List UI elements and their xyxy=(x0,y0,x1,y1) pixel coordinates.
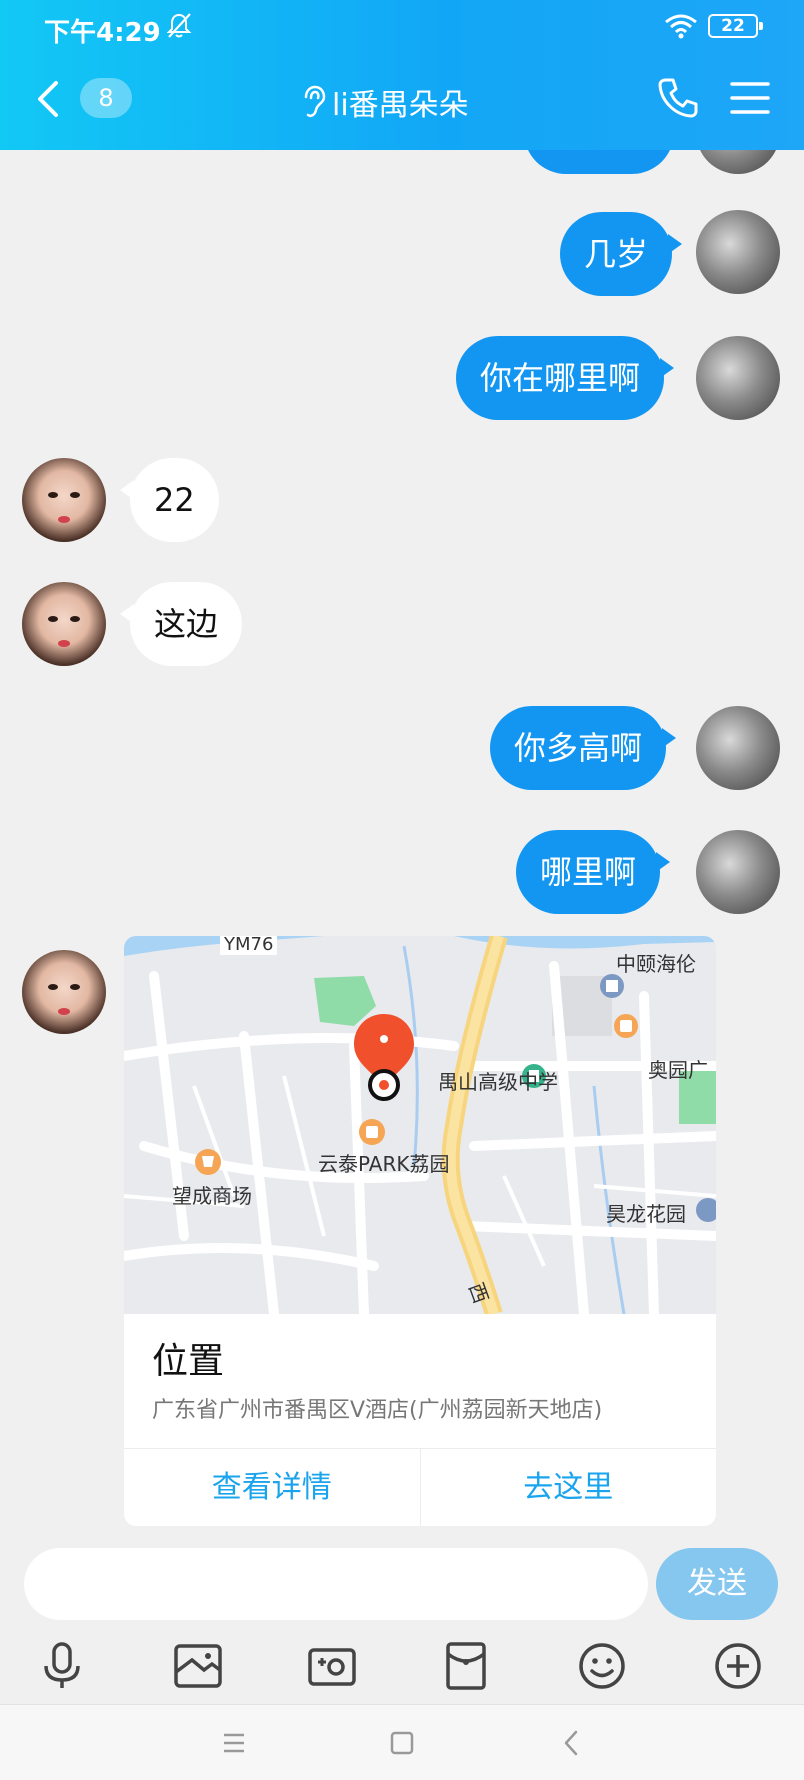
plus-icon xyxy=(715,1643,761,1689)
location-title: 位置 xyxy=(152,1341,225,1382)
send-button[interactable]: 发送 xyxy=(656,1548,778,1620)
emoji-icon xyxy=(579,1643,625,1689)
status-time: 下午4:29 xyxy=(44,18,161,48)
red-packet-button[interactable] xyxy=(438,1638,494,1694)
wifi-icon xyxy=(665,14,697,39)
more-menu-button[interactable] xyxy=(728,78,772,118)
navigate-here-button[interactable]: 去这里 xyxy=(419,1449,717,1526)
chat-title: li番禺朵朵 xyxy=(332,88,469,123)
message-text: 你多高啊 xyxy=(514,729,643,767)
system-home-button[interactable] xyxy=(382,1723,422,1763)
message-bubble[interactable]: 你多高啊 xyxy=(490,706,677,790)
contact-avatar[interactable] xyxy=(22,458,106,542)
location-address: 广东省广州市番禺区V酒店(广州荔园新天地店) xyxy=(152,1398,603,1423)
camera-button[interactable] xyxy=(304,1638,360,1694)
map-label-road-code: YM76 xyxy=(220,936,278,955)
my-avatar[interactable] xyxy=(696,830,780,914)
system-navigation-bar xyxy=(0,1704,804,1780)
battery-level: 22 xyxy=(721,16,745,36)
message-list[interactable]: 几岁 你在哪里啊 22 这边 你多高啊 哪里啊 YM76 中颐海伦 奥园广 禺山… xyxy=(0,150,804,1530)
camera-icon xyxy=(308,1648,356,1686)
message-bubble[interactable]: 22 xyxy=(120,458,219,542)
voice-input-button[interactable] xyxy=(34,1638,90,1694)
view-details-button[interactable]: 查看详情 xyxy=(124,1449,420,1526)
message-bubble[interactable]: 哪里啊 xyxy=(516,830,671,914)
red-packet-icon xyxy=(446,1642,486,1690)
system-menu-button[interactable] xyxy=(214,1723,254,1763)
my-avatar[interactable] xyxy=(696,706,780,790)
menu-icon xyxy=(730,82,770,114)
picture-icon xyxy=(174,1644,222,1688)
my-avatar[interactable] xyxy=(696,336,780,420)
map-label-poi: 奥园广 xyxy=(648,1058,708,1082)
chevron-left-icon xyxy=(564,1730,578,1756)
microphone-icon xyxy=(44,1642,80,1688)
my-avatar[interactable] xyxy=(696,210,780,294)
back-button[interactable]: 8 xyxy=(36,76,136,120)
location-card[interactable]: YM76 中颐海伦 奥园广 禺山高级中学 云泰PARK荔园 望成商场 昊龙花园 … xyxy=(124,936,716,1526)
message-text: 几岁 xyxy=(584,235,649,273)
message-bubble[interactable]: 几岁 xyxy=(560,212,683,296)
status-bar: 下午4:29 22 xyxy=(0,0,804,52)
emoji-button[interactable] xyxy=(574,1638,630,1694)
map-label-garden: 昊龙花园 xyxy=(606,1202,686,1226)
do-not-disturb-icon xyxy=(166,13,192,38)
message-bubble-partial[interactable] xyxy=(524,150,674,174)
message-input[interactable] xyxy=(24,1548,648,1620)
message-bubble[interactable]: 这边 xyxy=(119,582,243,666)
map-label-school: 禺山高级中学 xyxy=(438,1070,558,1094)
menu-icon xyxy=(224,1733,244,1753)
title-bar: 8 li番禺朵朵 xyxy=(0,60,804,140)
message-text: 哪里啊 xyxy=(540,853,637,891)
voice-call-button[interactable] xyxy=(656,76,700,120)
my-avatar[interactable] xyxy=(696,150,780,174)
map-preview[interactable]: YM76 中颐海伦 奥园广 禺山高级中学 云泰PARK荔园 望成商场 昊龙花园 … xyxy=(124,936,716,1314)
unread-count-badge: 8 xyxy=(80,78,132,118)
input-bar: 发送 xyxy=(0,1530,804,1628)
map-label-mall: 望成商场 xyxy=(172,1184,252,1208)
input-toolbar xyxy=(0,1628,804,1704)
more-functions-button[interactable] xyxy=(710,1638,766,1694)
map-label-poi: 中颐海伦 xyxy=(616,952,696,976)
battery-indicator: 22 xyxy=(708,14,763,38)
message-text: 你在哪里啊 xyxy=(480,359,641,397)
map-roads xyxy=(124,936,716,1314)
system-back-button[interactable] xyxy=(552,1723,592,1763)
message-bubble[interactable]: 你在哪里啊 xyxy=(456,336,675,420)
square-icon xyxy=(390,1731,414,1755)
ear-icon xyxy=(304,85,326,118)
phone-icon xyxy=(658,78,698,118)
message-text: 这边 xyxy=(154,605,219,643)
contact-avatar[interactable] xyxy=(22,950,106,1034)
location-actions: 查看详情 去这里 xyxy=(124,1448,716,1526)
map-label-park: 云泰PARK荔园 xyxy=(318,1152,450,1176)
chevron-left-icon xyxy=(38,81,58,117)
photo-button[interactable] xyxy=(170,1638,226,1694)
contact-avatar[interactable] xyxy=(22,582,106,666)
message-text: 22 xyxy=(154,481,195,519)
chat-title-group[interactable]: li番禺朵朵 xyxy=(300,80,469,124)
chat-header: 下午4:29 22 8 li番禺朵朵 xyxy=(0,0,804,150)
